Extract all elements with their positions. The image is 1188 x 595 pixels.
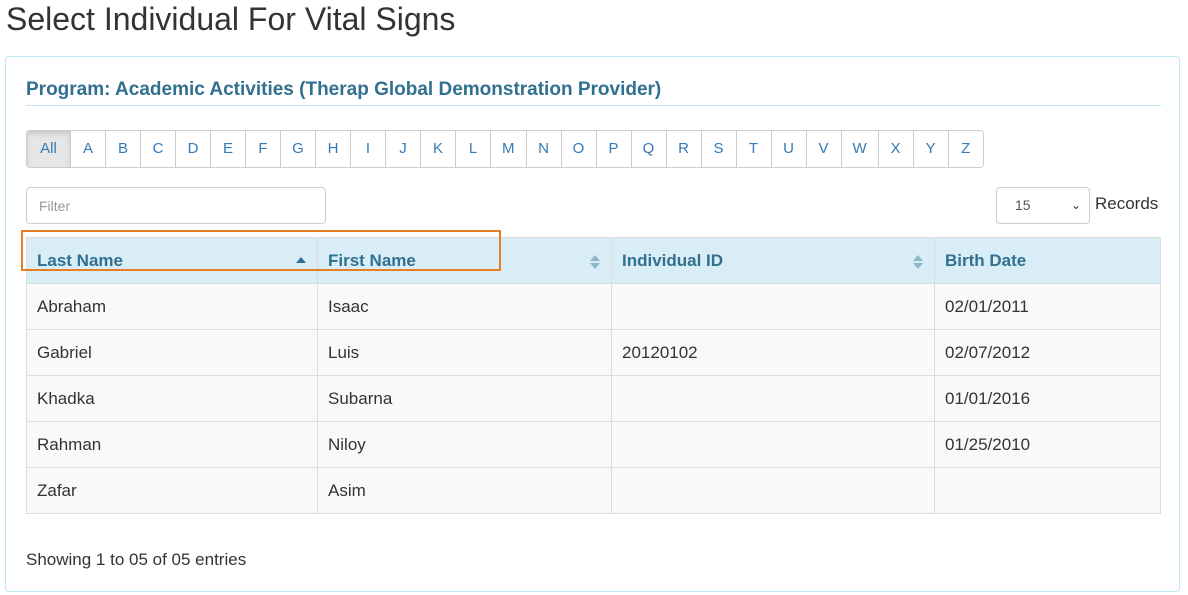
alphabet-button-n[interactable]: N [525, 131, 561, 167]
alphabet-button-k[interactable]: K [420, 131, 455, 167]
alphabet-button-x[interactable]: X [877, 131, 913, 167]
alphabet-button-g[interactable]: G [280, 131, 315, 167]
birth-date-cell: 01/25/2010 [934, 421, 1161, 468]
individuals-table: Last Name First Name Individual ID Birth… [26, 237, 1161, 514]
column-header-individual-id[interactable]: Individual ID [611, 237, 935, 284]
individual-id-cell [611, 467, 935, 514]
filter-input[interactable] [26, 187, 326, 224]
entries-info: Showing 1 to 05 of 05 entries [26, 550, 247, 569]
individual-id-cell [611, 375, 935, 422]
alphabet-button-y[interactable]: Y [912, 131, 948, 167]
column-header-first-name[interactable]: First Name [317, 237, 612, 284]
alphabet-button-c[interactable]: C [140, 131, 175, 167]
alphabet-button-r[interactable]: R [665, 131, 701, 167]
first-name-cell[interactable]: Luis [317, 329, 612, 376]
alphabet-button-h[interactable]: H [315, 131, 350, 167]
sort-ascending-icon [295, 253, 307, 271]
individual-id-cell [611, 283, 935, 330]
alphabet-button-a[interactable]: A [70, 131, 105, 167]
birth-date-cell [934, 467, 1161, 514]
birth-date-cell: 02/07/2012 [934, 329, 1161, 376]
table-row[interactable]: Khadka Subarna 01/01/2016 [26, 375, 1161, 422]
individual-id-cell: 20120102 [611, 329, 935, 376]
program-heading: Program: Academic Activities (Therap Glo… [26, 79, 1161, 106]
alphabet-button-l[interactable]: L [455, 131, 490, 167]
birth-date-cell: 02/01/2011 [934, 283, 1161, 330]
alphabet-button-f[interactable]: F [245, 131, 280, 167]
records-label: Records [1095, 194, 1159, 213]
alphabet-button-t[interactable]: T [735, 131, 771, 167]
sort-both-icon [912, 253, 924, 271]
alphabet-button-u[interactable]: U [770, 131, 806, 167]
last-name-cell[interactable]: Khadka [26, 375, 318, 422]
alphabet-button-e[interactable]: E [210, 131, 245, 167]
alphabet-filter: All A B C D E F G H I J K L M N O P Q R S T U V W X Y Z [26, 130, 984, 168]
alphabet-button-z[interactable]: Z [947, 131, 983, 167]
first-name-cell[interactable]: Isaac [317, 283, 612, 330]
alphabet-button-all[interactable]: All [27, 131, 70, 167]
alphabet-button-j[interactable]: J [385, 131, 420, 167]
last-name-cell[interactable]: Abraham [26, 283, 318, 330]
records-per-page-select[interactable]: 15 ⌄ [996, 187, 1090, 224]
alphabet-button-q[interactable]: Q [630, 131, 666, 167]
alphabet-button-o[interactable]: O [560, 131, 596, 167]
column-header-last-name[interactable]: Last Name [26, 237, 318, 284]
alphabet-button-b[interactable]: B [105, 131, 140, 167]
table-row[interactable]: Gabriel Luis 20120102 02/07/2012 [26, 329, 1161, 376]
alphabet-button-i[interactable]: I [350, 131, 385, 167]
column-header-birth-date: Birth Date [934, 237, 1161, 284]
chevron-down-icon: ⌄ [1070, 198, 1081, 212]
alphabet-button-s[interactable]: S [700, 131, 736, 167]
page-title: Select Individual For Vital Signs [6, 1, 456, 37]
table-header-row: Last Name First Name Individual ID Birth… [26, 237, 1161, 284]
first-name-cell[interactable]: Niloy [317, 421, 612, 468]
last-name-cell[interactable]: Gabriel [26, 329, 318, 376]
sort-both-icon [589, 253, 601, 271]
alphabet-button-v[interactable]: V [805, 131, 841, 167]
last-name-cell[interactable]: Zafar [26, 467, 318, 514]
alphabet-button-m[interactable]: M [490, 131, 526, 167]
individual-id-cell [611, 421, 935, 468]
first-name-cell[interactable]: Subarna [317, 375, 612, 422]
table-row[interactable]: Zafar Asim [26, 467, 1161, 514]
alphabet-button-p[interactable]: P [595, 131, 631, 167]
last-name-cell[interactable]: Rahman [26, 421, 318, 468]
alphabet-button-w[interactable]: W [840, 131, 878, 167]
table-row[interactable]: Abraham Isaac 02/01/2011 [26, 283, 1161, 330]
individual-selection-panel: Program: Academic Activities (Therap Glo… [5, 56, 1180, 592]
table-row[interactable]: Rahman Niloy 01/25/2010 [26, 421, 1161, 468]
birth-date-cell: 01/01/2016 [934, 375, 1161, 422]
alphabet-button-d[interactable]: D [175, 131, 210, 167]
records-per-page-value: 15 [1015, 197, 1031, 213]
first-name-cell[interactable]: Asim [317, 467, 612, 514]
